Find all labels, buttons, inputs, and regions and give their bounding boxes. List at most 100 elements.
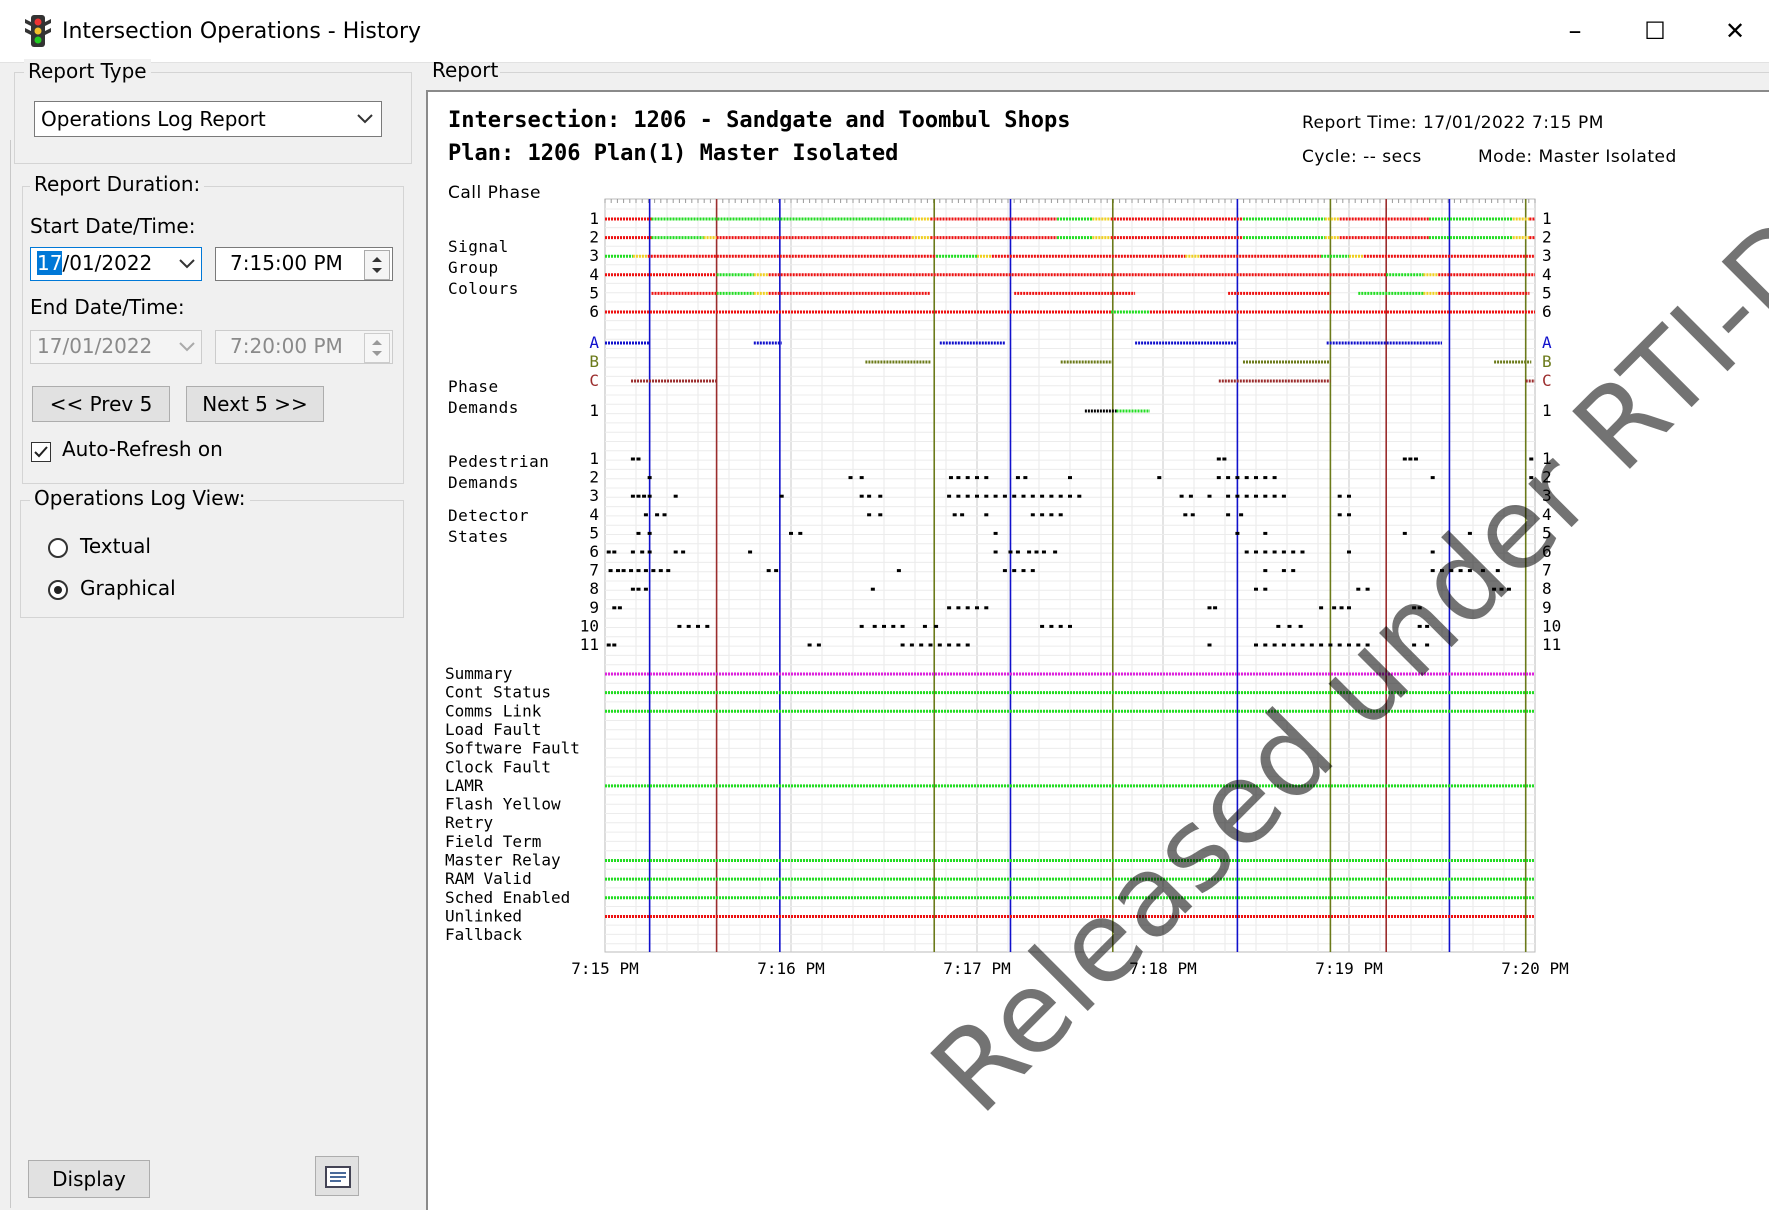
status-row-label: Load Fault (445, 720, 541, 739)
signal-group-row-label: 5 (589, 283, 599, 302)
detector-active-mark (1365, 643, 1370, 647)
detector-active-mark (681, 550, 686, 554)
detector-active-mark (1263, 550, 1268, 554)
detector-active-mark (1529, 476, 1534, 480)
detector-active-mark (900, 643, 905, 647)
detector-active-mark (1287, 624, 1292, 628)
detector-active-mark (1300, 643, 1305, 647)
detector-active-mark (1012, 569, 1017, 573)
detector-active-mark (1183, 513, 1188, 517)
close-button[interactable]: ✕ (1700, 10, 1769, 52)
detector-active-mark (1347, 550, 1351, 554)
traffic-light-icon (25, 15, 51, 47)
detector-active-mark (1337, 513, 1342, 517)
status-row-label: LAMR (445, 776, 484, 795)
status-row-label: Cont Status (445, 683, 551, 702)
detector-row-label-right: 8 (1542, 579, 1552, 598)
detector-active-mark (1190, 513, 1195, 517)
auto-refresh-checkbox[interactable] (31, 442, 51, 462)
detector-active-mark (993, 494, 998, 498)
prev-5-button[interactable]: << Prev 5 (32, 386, 170, 422)
detector-active-mark (1281, 569, 1286, 573)
detector-active-mark (1300, 550, 1305, 554)
detector-active-mark (965, 494, 970, 498)
detector-active-mark (1272, 476, 1277, 480)
detector-active-mark (956, 643, 961, 647)
detector-active-mark (1226, 513, 1231, 517)
print-preview-button[interactable] (315, 1156, 359, 1196)
detector-row-label-right: 1 (1542, 449, 1552, 468)
detector-active-mark (612, 643, 617, 647)
status-row-label: Unlinked (445, 906, 522, 925)
detector-active-mark (748, 550, 753, 554)
end-time-picker[interactable]: 7:20:00 PM (215, 330, 393, 364)
detector-active-mark (1281, 550, 1286, 554)
detector-active-mark (1244, 476, 1249, 480)
detector-active-mark (616, 569, 621, 573)
detector-active-mark (807, 643, 812, 647)
detector-active-mark (1244, 550, 1249, 554)
detector-active-mark (636, 569, 641, 573)
end-time-spinner[interactable] (364, 333, 390, 363)
detector-row-label: 5 (589, 523, 599, 542)
detector-active-mark (934, 624, 939, 628)
detector-active-mark (928, 643, 933, 647)
detector-active-mark (647, 494, 652, 498)
detector-active-mark (1263, 531, 1268, 535)
detector-active-mark (1412, 643, 1417, 647)
end-date-picker[interactable]: 17/01/2022 (30, 330, 202, 364)
detector-active-mark (1226, 476, 1231, 480)
start-date-picker[interactable]: 17/01/2022 (30, 247, 202, 281)
detector-active-mark (629, 569, 634, 573)
phase-row-label-right: C (1542, 371, 1552, 390)
report-type-select[interactable]: Operations Log Report (34, 101, 382, 137)
detector-active-mark (662, 513, 667, 517)
detector-active-mark (878, 513, 883, 517)
signal-group-row-label-right: 3 (1542, 246, 1552, 265)
chevron-down-icon (179, 259, 195, 269)
detector-active-mark (636, 531, 641, 535)
detector-active-mark (956, 494, 961, 498)
detector-active-mark (1040, 624, 1045, 628)
detector-active-mark (696, 624, 700, 628)
detector-active-mark (870, 587, 875, 591)
detector-active-mark (1412, 606, 1417, 610)
phase-row-label-right: A (1542, 333, 1552, 352)
start-time-picker[interactable]: 7:15:00 PM (215, 247, 393, 281)
detector-row-label: 7 (589, 561, 599, 580)
spinner-arrows-icon (372, 340, 382, 356)
detector-active-mark (1027, 550, 1032, 554)
start-date-day: 17 (37, 251, 63, 275)
start-time-spinner[interactable] (364, 250, 390, 280)
detector-active-mark (1015, 550, 1020, 554)
detector-active-mark (952, 513, 957, 517)
ped-row-label: 1 (589, 401, 599, 420)
detector-active-mark (1239, 513, 1244, 517)
detector-active-mark (1023, 476, 1028, 480)
detector-row-label: 1 (589, 449, 599, 468)
next-5-button[interactable]: Next 5 >> (186, 386, 324, 422)
detector-active-mark (1272, 550, 1277, 554)
detector-active-mark (993, 531, 998, 535)
maximize-button[interactable]: ☐ (1620, 10, 1690, 52)
detector-active-mark (651, 569, 656, 573)
detector-active-mark (1021, 494, 1026, 498)
detector-row-label-right: 9 (1542, 598, 1552, 617)
detector-active-mark (1417, 606, 1422, 610)
display-button[interactable]: Display (28, 1160, 150, 1198)
detector-active-mark (686, 624, 691, 628)
detector-active-mark (1499, 587, 1504, 591)
status-row-label: Flash Yellow (445, 795, 561, 814)
textual-radio[interactable] (48, 538, 68, 558)
detector-active-mark (612, 606, 617, 610)
detector-active-mark (1298, 624, 1303, 628)
detector-active-mark (1216, 457, 1221, 461)
detector-active-mark (779, 494, 784, 498)
minimize-button[interactable]: – (1540, 10, 1610, 52)
graphical-radio[interactable] (48, 580, 68, 600)
detector-active-mark (1263, 569, 1268, 573)
textual-label: Textual (80, 534, 151, 558)
detector-active-mark (1179, 494, 1184, 498)
detector-active-mark (1263, 476, 1268, 480)
detector-active-mark (947, 494, 952, 498)
